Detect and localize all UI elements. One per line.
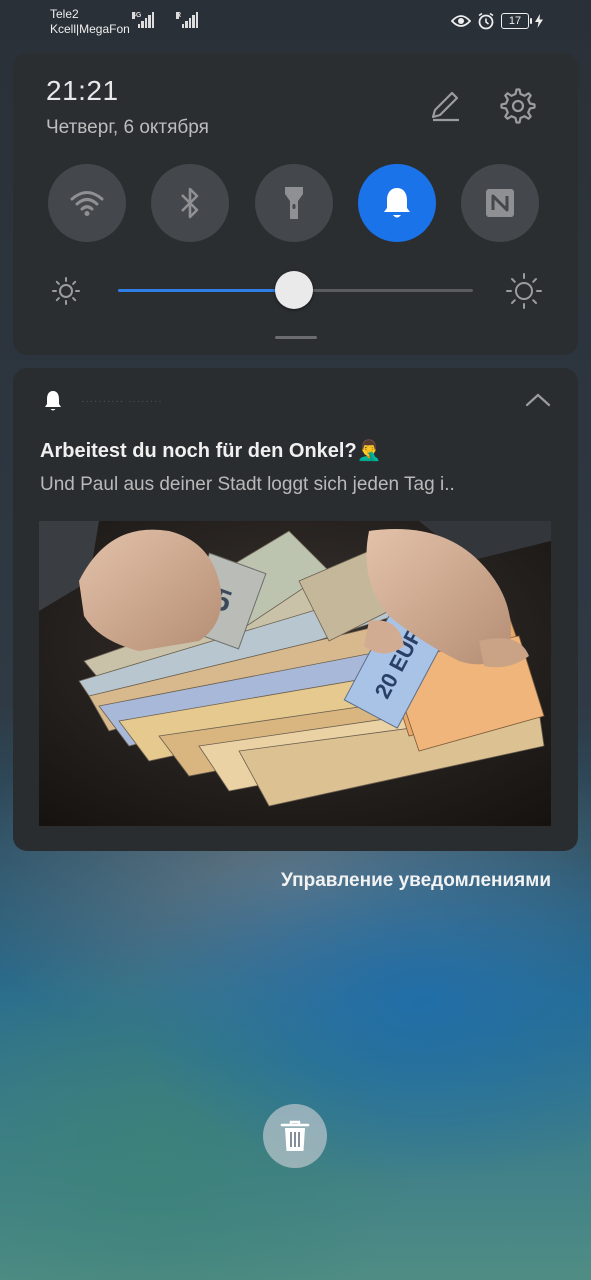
gear-icon	[500, 88, 536, 124]
settings-button[interactable]	[499, 87, 537, 125]
eye-icon	[451, 15, 471, 27]
brightness-slider-fill	[118, 289, 294, 292]
nfc-toggle[interactable]	[461, 164, 539, 242]
quick-settings-panel: 21:21 Четверг, 6 октября	[13, 53, 578, 355]
pencil-icon	[431, 91, 459, 122]
brightness-row	[13, 268, 578, 312]
carrier-info: Tele2 Kcell|MegaFon	[50, 7, 130, 37]
nfc-icon	[486, 189, 514, 217]
panel-drag-handle[interactable]	[275, 336, 317, 339]
carrier-2: Kcell|MegaFon	[50, 22, 130, 36]
sound-toggle[interactable]	[358, 164, 436, 242]
wifi-toggle[interactable]	[48, 164, 126, 242]
trash-icon	[280, 1120, 310, 1151]
chevron-up-icon[interactable]	[525, 392, 551, 408]
notification-image[interactable]: 20 EURO 5	[39, 521, 551, 826]
notification-card[interactable]: ·········· ········ Arbeitest du noch fü…	[13, 368, 578, 851]
notification-text: Und Paul aus deiner Stadt loggt sich jed…	[40, 474, 455, 495]
bell-icon	[384, 188, 410, 218]
brightness-high-icon	[506, 273, 542, 309]
notification-bell-icon	[45, 391, 61, 411]
date[interactable]: Четверг, 6 октября	[46, 117, 209, 139]
brightness-low-icon	[52, 277, 80, 305]
charging-icon	[535, 14, 543, 28]
brightness-slider-thumb[interactable]	[274, 271, 313, 309]
bluetooth-icon	[181, 187, 199, 219]
flashlight-icon	[285, 187, 303, 219]
wifi-icon	[70, 191, 104, 216]
carrier-1: Tele2	[50, 7, 79, 21]
bluetooth-toggle[interactable]	[151, 164, 229, 242]
status-icons: 17	[451, 12, 543, 30]
manage-notifications-button[interactable]: Управление уведомлениями	[281, 870, 551, 892]
status-bar: Tele2 Kcell|MegaFon 4G R 17	[0, 0, 591, 44]
brightness-slider[interactable]	[118, 271, 473, 309]
clear-all-button[interactable]	[263, 1104, 327, 1168]
money-photo: 20 EURO 5	[39, 521, 551, 826]
clock: 21:21	[46, 75, 119, 106]
notification-title: Arbeitest du noch für den Onkel?🤦‍♂️	[40, 440, 382, 462]
signal-2-icon: R	[176, 12, 198, 28]
flashlight-toggle[interactable]	[255, 164, 333, 242]
battery-icon: 17	[501, 13, 532, 29]
edit-button[interactable]	[427, 87, 463, 123]
signal-1-icon: 4G	[132, 12, 154, 28]
alarm-icon	[478, 12, 494, 30]
app-name-obscured: ·········· ········	[81, 396, 163, 407]
